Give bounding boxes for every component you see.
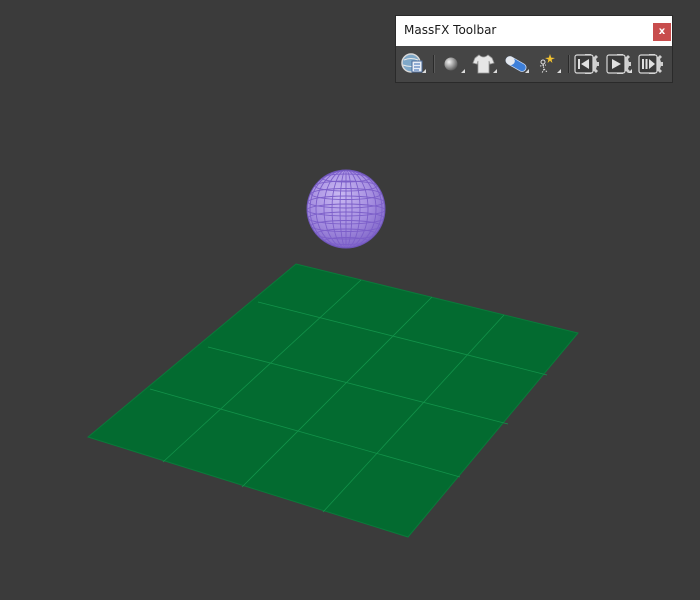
toolbar-titlebar[interactable]: MassFX Toolbar x	[396, 16, 672, 46]
step-gear-icon	[638, 54, 663, 74]
sphere-object[interactable]	[306, 169, 386, 249]
shirt-icon	[472, 54, 497, 74]
reset-simulation-button[interactable]	[573, 51, 601, 77]
play-gear-icon	[606, 54, 632, 74]
play-simulation-button[interactable]	[605, 51, 633, 77]
ground-plane[interactable]	[86, 263, 579, 538]
capsule-icon	[505, 56, 529, 73]
step-simulation-button[interactable]	[637, 51, 665, 77]
toolbar-buttons	[396, 46, 672, 82]
rewind-gear-icon	[574, 54, 599, 74]
close-button[interactable]: x	[653, 23, 671, 41]
skeleton-sparkle-icon	[539, 54, 561, 74]
mcloth-button[interactable]	[470, 51, 498, 77]
ragdoll-button[interactable]	[534, 51, 562, 77]
plane-surface[interactable]	[86, 263, 579, 538]
rigid-body-button[interactable]	[438, 51, 466, 77]
toolbar-separator	[433, 55, 434, 73]
massfx-toolbar-window[interactable]: MassFX Toolbar x	[396, 16, 672, 82]
toolbar-title: MassFX Toolbar	[404, 23, 497, 37]
toolbar-separator	[568, 55, 569, 73]
constraint-button[interactable]	[502, 51, 530, 77]
world-parameters-button[interactable]	[399, 51, 427, 77]
sphere-icon	[444, 57, 465, 73]
viewport-3d[interactable]: MassFX Toolbar x	[0, 0, 700, 600]
world-settings-icon	[401, 53, 426, 73]
scene-canvas[interactable]	[0, 0, 700, 600]
